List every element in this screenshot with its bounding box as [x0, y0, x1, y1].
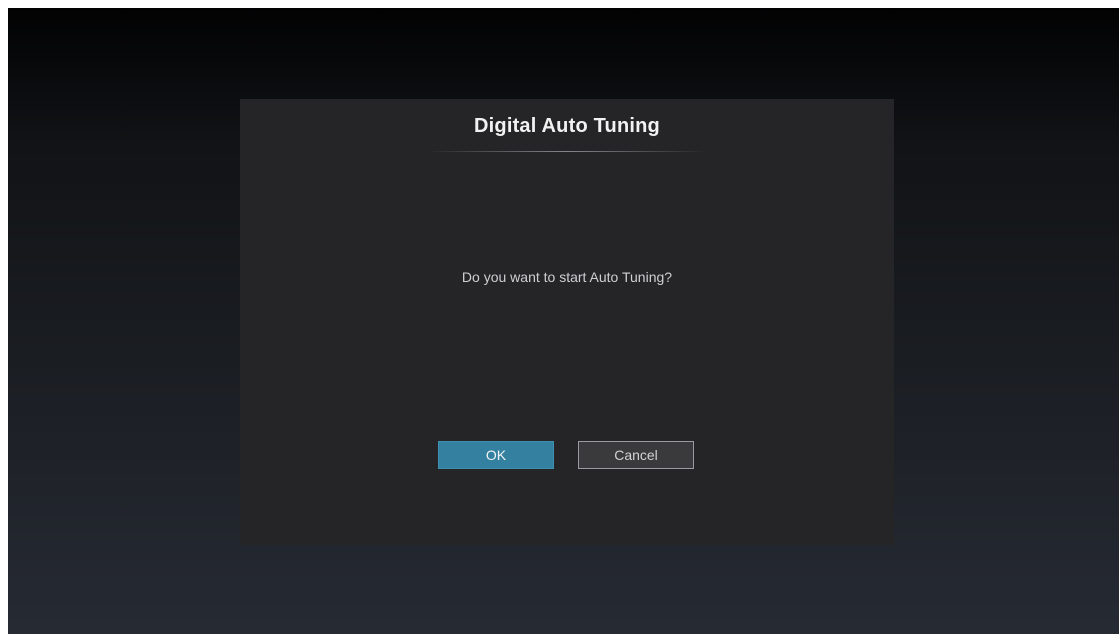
title-divider: [427, 151, 707, 152]
ok-button[interactable]: OK: [438, 441, 554, 469]
tv-screen: Digital Auto Tuning Do you want to start…: [8, 8, 1119, 634]
auto-tuning-dialog: Digital Auto Tuning Do you want to start…: [240, 99, 894, 545]
dialog-message: Do you want to start Auto Tuning?: [461, 269, 673, 285]
dialog-title: Digital Auto Tuning: [474, 115, 660, 137]
cancel-button[interactable]: Cancel: [578, 441, 694, 469]
